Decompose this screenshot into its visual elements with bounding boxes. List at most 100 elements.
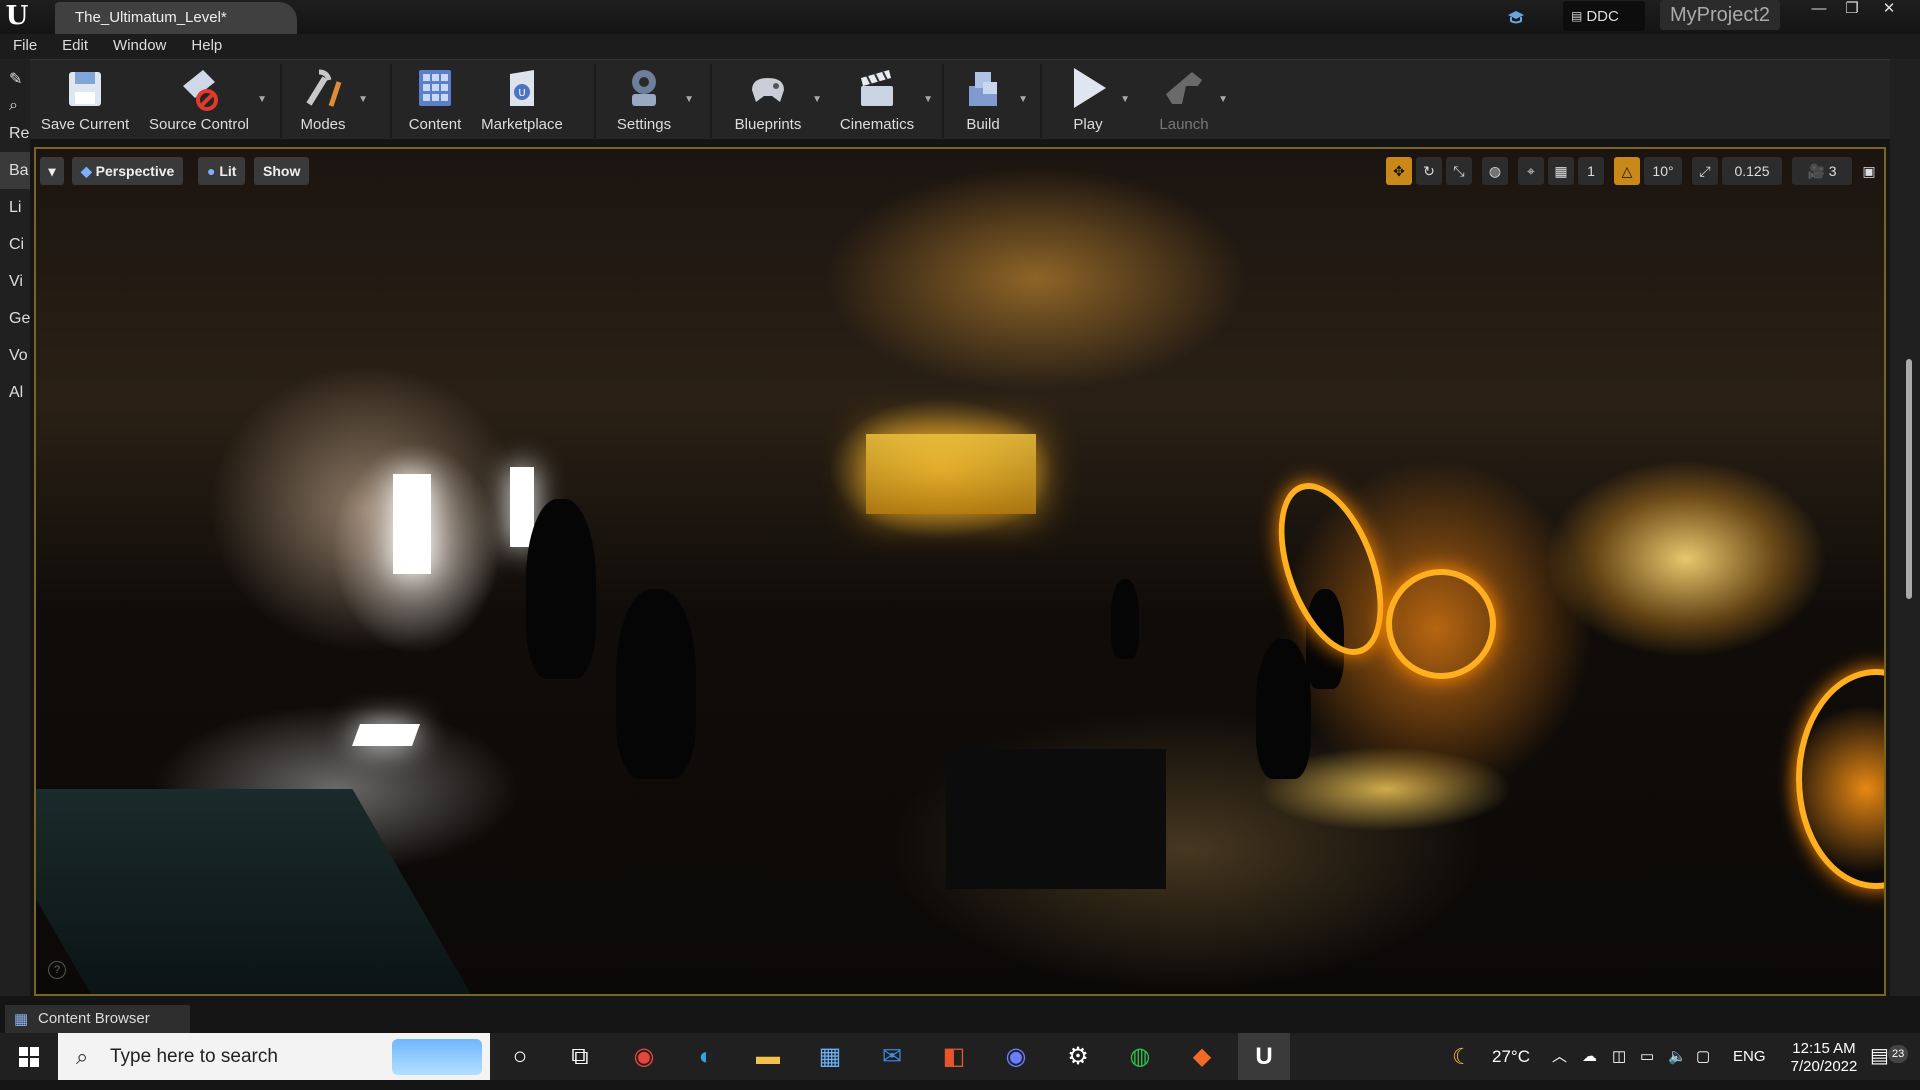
menu-window[interactable]: Window bbox=[113, 34, 166, 59]
unreal-engine-taskbar-icon[interactable]: U bbox=[1238, 1033, 1290, 1080]
content-browser-tab[interactable]: ▦ Content Browser bbox=[5, 1005, 190, 1033]
content-button[interactable]: Content bbox=[400, 64, 470, 140]
scene-neon-ring bbox=[1796, 669, 1884, 889]
left-rail-item-basic[interactable]: Ba bbox=[0, 152, 30, 189]
viewport-options-button[interactable]: ▾ bbox=[40, 157, 64, 185]
maximize-viewport-icon[interactable]: ▣ bbox=[1856, 157, 1882, 185]
input-language[interactable]: ENG bbox=[1733, 1033, 1766, 1080]
clock-date[interactable]: 7/20/2022 bbox=[1776, 1043, 1872, 1090]
menu-edit[interactable]: Edit bbox=[62, 34, 88, 59]
cinematics-button[interactable]: Cinematics ▼ bbox=[835, 64, 933, 140]
left-rail-item-volumes[interactable]: Vo bbox=[0, 337, 30, 374]
onedrive-icon[interactable]: ☁ bbox=[1582, 1033, 1597, 1080]
viewport-axis-icon: ? bbox=[48, 961, 66, 979]
windows-logo-icon bbox=[19, 1047, 39, 1067]
angle-snap-icon[interactable]: △ bbox=[1614, 157, 1640, 185]
play-dropdown-icon[interactable]: ▼ bbox=[1120, 94, 1130, 105]
unreal-logo-icon[interactable]: U bbox=[2, 0, 32, 32]
task-view-icon[interactable]: ⧉ bbox=[554, 1033, 606, 1080]
perspective-button[interactable]: ◆ Perspective bbox=[72, 157, 184, 185]
whatsapp-icon[interactable]: ◍ bbox=[1114, 1033, 1166, 1080]
volume-icon[interactable]: 🔈 bbox=[1668, 1033, 1687, 1080]
modes-tool-icon[interactable]: ✎ bbox=[0, 59, 30, 88]
scene-character bbox=[616, 589, 696, 779]
show-flags-button[interactable]: Show bbox=[254, 157, 310, 185]
weather-icon[interactable]: ☾ bbox=[1452, 1033, 1472, 1080]
view-mode-button[interactable]: ● Lit bbox=[198, 157, 246, 185]
close-button[interactable]: ✕ bbox=[1875, 0, 1903, 20]
left-rail-item-recent[interactable]: Re bbox=[0, 115, 30, 152]
edge-icon[interactable]: ◐ bbox=[680, 1033, 732, 1080]
ddc-button[interactable]: ▤ DDC bbox=[1563, 1, 1645, 31]
windows-start-button[interactable] bbox=[0, 1033, 58, 1080]
network-icon[interactable]: ▢ bbox=[1696, 1033, 1710, 1080]
scale-snap-value[interactable]: 0.125 bbox=[1722, 157, 1782, 185]
modes-dropdown-icon[interactable]: ▼ bbox=[358, 94, 368, 105]
marketplace-button[interactable]: U Marketplace bbox=[477, 64, 567, 140]
source-control-button[interactable]: Source Control ▼ bbox=[145, 64, 267, 140]
source-control-dropdown-icon[interactable]: ▼ bbox=[257, 94, 267, 105]
perspective-label: Perspective bbox=[95, 163, 175, 179]
file-explorer-icon[interactable]: ▬ bbox=[742, 1033, 794, 1080]
save-current-button[interactable]: Save Current bbox=[40, 64, 130, 140]
blueprints-dropdown-icon[interactable]: ▼ bbox=[812, 94, 822, 105]
taskbar-search-box[interactable]: ⌕ Type here to search bbox=[58, 1033, 490, 1080]
grid-snap-icon[interactable]: ▦ bbox=[1548, 157, 1574, 185]
play-label: Play bbox=[1073, 116, 1103, 133]
restore-button[interactable]: ❐ bbox=[1838, 0, 1866, 20]
mail-icon[interactable]: ✉ bbox=[866, 1033, 918, 1080]
modes-button[interactable]: Modes ▼ bbox=[292, 64, 368, 140]
minimize-button[interactable]: — bbox=[1805, 0, 1833, 20]
search-icon[interactable]: ⌕ bbox=[0, 87, 30, 115]
ddc-label: DDC bbox=[1586, 7, 1619, 25]
scale-mode-icon[interactable]: ⤡ bbox=[1446, 157, 1472, 185]
left-rail-item-visual-effects[interactable]: Vi bbox=[0, 263, 30, 300]
build-button[interactable]: Build ▼ bbox=[952, 64, 1028, 140]
chrome-icon[interactable]: ◉ bbox=[618, 1033, 670, 1080]
office-icon[interactable]: ◧ bbox=[928, 1033, 980, 1080]
camera-icon: ◆ bbox=[81, 163, 92, 179]
surface-snap-icon[interactable]: ⌖ bbox=[1518, 157, 1544, 185]
learn-icon[interactable] bbox=[1506, 0, 1528, 34]
ddc-icon: ▤ bbox=[1571, 9, 1583, 23]
chrome-profile-icon[interactable]: ◉ bbox=[990, 1033, 1042, 1080]
rotate-mode-icon[interactable]: ↻ bbox=[1416, 157, 1442, 185]
world-coordinate-icon[interactable]: ◍ bbox=[1482, 157, 1508, 185]
level-viewport[interactable]: ▾ ◆ Perspective ● Lit Show ✥ ↻ ⤡ ◍ ⌖ ▦ 1… bbox=[34, 147, 1886, 996]
show-hidden-icons-icon[interactable]: ︿ bbox=[1552, 1033, 1567, 1080]
cortana-icon[interactable]: ○ bbox=[494, 1033, 546, 1080]
translate-mode-icon[interactable]: ✥ bbox=[1386, 157, 1412, 185]
angle-snap-value[interactable]: 10° bbox=[1644, 157, 1682, 185]
settings-dropdown-icon[interactable]: ▼ bbox=[684, 94, 694, 105]
temperature[interactable]: 27°C bbox=[1492, 1033, 1530, 1080]
source-control-icon bbox=[183, 70, 218, 111]
origin-icon[interactable]: ◆ bbox=[1176, 1033, 1228, 1080]
level-tab[interactable]: The_Ultimatum_Level* bbox=[55, 2, 297, 34]
play-button[interactable]: Play ▼ bbox=[1060, 64, 1130, 140]
notifications-icon[interactable]: ▤ bbox=[1870, 1033, 1889, 1080]
grid-size-value[interactable]: 1 bbox=[1578, 157, 1604, 185]
play-icon bbox=[1074, 68, 1106, 108]
microsoft-store-icon[interactable]: ▦ bbox=[804, 1033, 856, 1080]
build-dropdown-icon[interactable]: ▼ bbox=[1018, 94, 1028, 105]
settings-button[interactable]: Settings ▼ bbox=[608, 64, 694, 140]
webcam-icon[interactable]: ◫ bbox=[1612, 1033, 1626, 1080]
show-label: Show bbox=[263, 163, 301, 179]
camera-speed-button[interactable]: 🎥 3 bbox=[1792, 157, 1852, 185]
right-scrollbar[interactable] bbox=[1906, 359, 1912, 599]
scale-snap-icon[interactable]: ⤢ bbox=[1692, 157, 1718, 185]
cinematics-dropdown-icon[interactable]: ▼ bbox=[923, 94, 933, 105]
left-rail-item-all-classes[interactable]: Al bbox=[0, 374, 30, 411]
left-rail-item-cinematic[interactable]: Ci bbox=[0, 226, 30, 263]
details-panel-collapsed bbox=[1890, 59, 1920, 996]
menu-help[interactable]: Help bbox=[191, 34, 222, 59]
settings-gear-icon[interactable]: ⚙ bbox=[1052, 1033, 1104, 1080]
left-rail-item-geometry[interactable]: Ge bbox=[0, 300, 30, 337]
blueprints-button[interactable]: Blueprints ▼ bbox=[728, 64, 822, 140]
left-rail-item-lights[interactable]: Li bbox=[0, 189, 30, 226]
launch-dropdown-icon[interactable]: ▼ bbox=[1218, 94, 1228, 105]
launch-button[interactable]: Launch ▼ bbox=[1154, 64, 1228, 140]
save-icon bbox=[69, 72, 101, 106]
battery-icon[interactable]: ▭ bbox=[1640, 1033, 1654, 1080]
menu-file[interactable]: File bbox=[13, 34, 37, 59]
